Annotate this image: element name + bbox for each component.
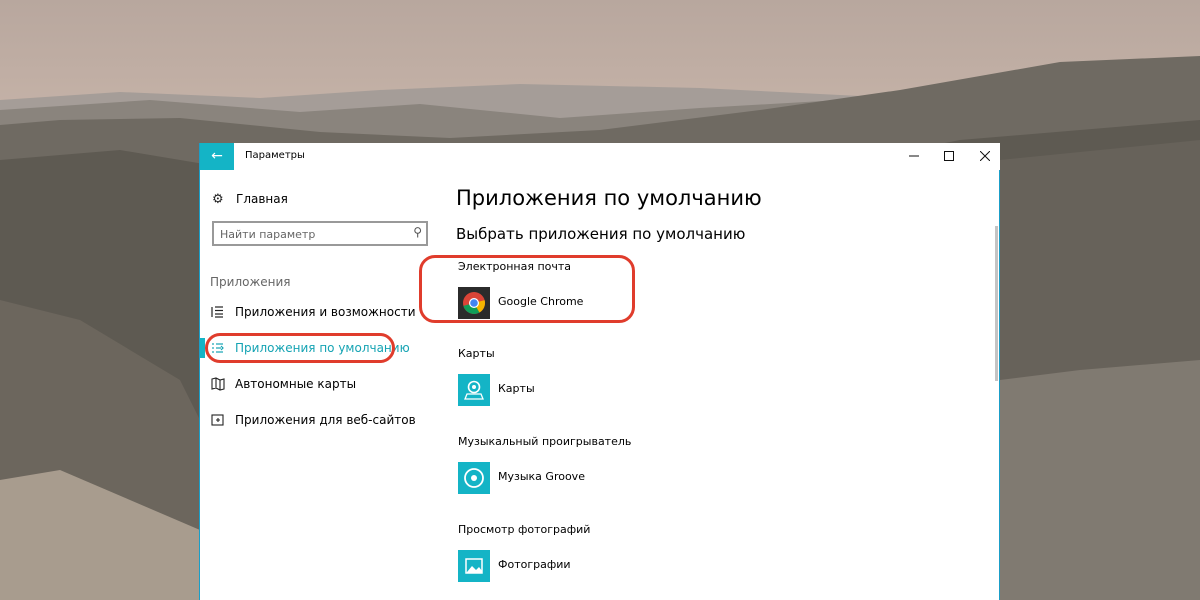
nav-section-heading: Приложения — [210, 275, 291, 289]
maximize-button[interactable] — [937, 147, 961, 165]
close-icon — [979, 150, 991, 162]
map-icon — [211, 377, 225, 391]
scrollbar[interactable] — [995, 226, 998, 381]
page-title: Приложения по умолчанию — [456, 186, 762, 210]
photos-category-label: Просмотр фотографий — [458, 523, 591, 536]
nav-home[interactable]: ⚙ Главная — [212, 191, 288, 207]
music-app-picker[interactable]: Музыка Groove — [458, 462, 678, 494]
sidebar-item-offline-maps[interactable]: Автономные карты — [200, 371, 430, 397]
photos-app-icon — [458, 550, 490, 582]
maps-app-picker[interactable]: Карты — [458, 374, 678, 406]
maximize-icon — [944, 151, 954, 161]
sidebar-item-apps-for-websites[interactable]: Приложения для веб-сайтов — [200, 407, 430, 433]
search-input[interactable] — [220, 226, 400, 242]
nav-home-label: Главная — [236, 192, 288, 206]
gear-icon: ⚙ — [212, 191, 224, 207]
music-category-label: Музыкальный проигрыватель — [458, 435, 632, 448]
back-button[interactable]: ← — [200, 143, 234, 170]
search-field[interactable]: ⚲ — [212, 221, 428, 246]
settings-window: ← Параметры ⚙ Главная ⚲ Приложения Прило… — [199, 143, 1000, 600]
groove-music-icon — [458, 462, 490, 494]
search-icon: ⚲ — [413, 225, 422, 239]
arrow-left-icon: ← — [211, 148, 223, 164]
minimize-icon — [909, 155, 919, 157]
maps-category-label: Карты — [458, 347, 495, 360]
photos-app-picker[interactable]: Фотографии — [458, 550, 678, 582]
maps-app-name: Карты — [498, 382, 535, 395]
highlight-circle — [419, 255, 635, 323]
close-button[interactable] — [973, 147, 997, 165]
highlight-circle — [205, 333, 395, 363]
external-link-icon — [211, 414, 224, 426]
list-icon — [211, 306, 223, 318]
window-title: Параметры — [245, 150, 305, 161]
sidebar-item-label: Автономные карты — [235, 377, 357, 391]
sidebar-item-apps-features[interactable]: Приложения и возможности — [200, 299, 430, 325]
music-app-name: Музыка Groove — [498, 470, 585, 483]
minimize-button[interactable] — [902, 147, 926, 165]
title-bar: ← Параметры — [200, 143, 1000, 170]
sidebar-item-label: Приложения и возможности — [235, 305, 416, 319]
maps-app-icon — [458, 374, 490, 406]
sidebar-item-label: Приложения для веб-сайтов — [235, 413, 416, 427]
photos-app-name: Фотографии — [498, 558, 571, 571]
section-subtitle: Выбрать приложения по умолчанию — [456, 225, 746, 243]
